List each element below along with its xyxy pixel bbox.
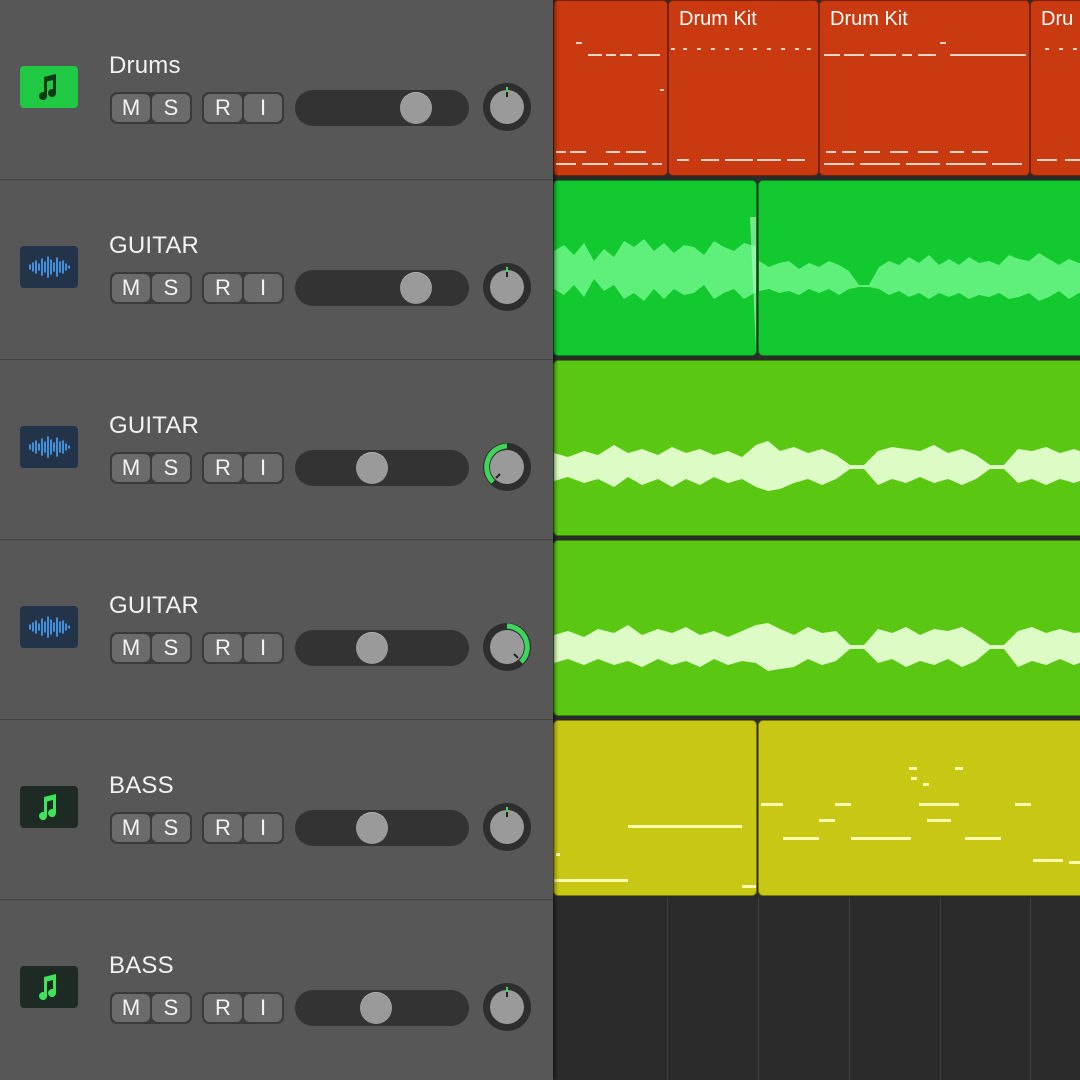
- volume-slider-knob[interactable]: [400, 272, 432, 304]
- record-input-group: R I: [202, 992, 284, 1024]
- record-input-group: R I: [202, 632, 284, 664]
- mute-solo-group: M S: [110, 272, 192, 304]
- mute-solo-group: M S: [110, 812, 192, 844]
- waveform-icon: [20, 246, 78, 288]
- audio-region[interactable]: [553, 540, 1080, 716]
- track-name: BASS: [109, 772, 174, 799]
- volume-slider[interactable]: [295, 90, 469, 126]
- track-header-bass-2[interactable]: BASS M S R I: [0, 900, 553, 1080]
- midi-region[interactable]: [553, 720, 757, 896]
- pan-knob[interactable]: [482, 622, 532, 672]
- volume-slider-knob[interactable]: [356, 812, 388, 844]
- volume-slider-knob[interactable]: [400, 92, 432, 124]
- mute-solo-group: M S: [110, 452, 192, 484]
- audio-region[interactable]: [553, 180, 757, 356]
- record-input-group: R I: [202, 272, 284, 304]
- grid-line: [940, 897, 941, 1080]
- volume-slider[interactable]: [295, 810, 469, 846]
- music-note-icon: [20, 786, 78, 828]
- solo-button[interactable]: S: [152, 454, 190, 482]
- input-monitor-button[interactable]: I: [244, 634, 282, 662]
- track-header-bass-1[interactable]: BASS M S R I: [0, 720, 553, 900]
- track-name: GUITAR: [109, 232, 200, 259]
- mute-button[interactable]: M: [112, 274, 150, 302]
- record-enable-button[interactable]: R: [204, 994, 242, 1022]
- audio-region[interactable]: [758, 180, 1080, 356]
- drum-region[interactable]: Drum Kit: [819, 0, 1030, 176]
- track-headers-panel: Drums M S R I GUITAR M S R I GUITAR M S …: [0, 0, 553, 1080]
- volume-slider[interactable]: [295, 630, 469, 666]
- mute-solo-group: M S: [110, 632, 192, 664]
- drum-region[interactable]: [553, 0, 668, 176]
- midi-notes: [556, 42, 664, 165]
- mute-solo-group: M S: [110, 92, 192, 124]
- drum-region[interactable]: Drum Kit: [668, 0, 819, 176]
- input-monitor-button[interactable]: I: [244, 994, 282, 1022]
- midi-region[interactable]: [758, 720, 1080, 896]
- grid-line: [667, 897, 668, 1080]
- track-header-guitar-3[interactable]: GUITAR M S R I: [0, 540, 553, 720]
- midi-notes: [554, 825, 756, 888]
- track-header-guitar-2[interactable]: GUITAR M S R I: [0, 360, 553, 540]
- music-note-icon: [20, 66, 78, 108]
- midi-notes: [761, 767, 1080, 864]
- audio-waveform: [759, 253, 1080, 301]
- mute-solo-group: M S: [110, 992, 192, 1024]
- solo-button[interactable]: S: [152, 814, 190, 842]
- solo-button[interactable]: S: [152, 994, 190, 1022]
- record-enable-button[interactable]: R: [204, 274, 242, 302]
- track-header-guitar-1[interactable]: GUITAR M S R I: [0, 180, 553, 360]
- midi-notes: [671, 48, 811, 161]
- input-monitor-button[interactable]: I: [244, 454, 282, 482]
- solo-button[interactable]: S: [152, 274, 190, 302]
- volume-slider-knob[interactable]: [356, 452, 388, 484]
- waveform-icon: [20, 426, 78, 468]
- record-input-group: R I: [202, 452, 284, 484]
- volume-slider-knob[interactable]: [360, 992, 392, 1024]
- volume-slider[interactable]: [295, 450, 469, 486]
- mute-button[interactable]: M: [112, 994, 150, 1022]
- track-name: GUITAR: [109, 592, 200, 619]
- record-enable-button[interactable]: R: [204, 814, 242, 842]
- record-enable-button[interactable]: R: [204, 454, 242, 482]
- input-monitor-button[interactable]: I: [244, 94, 282, 122]
- mute-button[interactable]: M: [112, 94, 150, 122]
- track-name: BASS: [109, 952, 174, 979]
- solo-button[interactable]: S: [152, 634, 190, 662]
- tracks-area[interactable]: Drum Kit Drum Kit Dru: [553, 0, 1080, 1080]
- audio-waveform: [554, 217, 756, 351]
- input-monitor-button[interactable]: I: [244, 814, 282, 842]
- audio-waveform: [554, 623, 1080, 671]
- midi-notes: [1037, 48, 1080, 161]
- mute-button[interactable]: M: [112, 814, 150, 842]
- mute-button[interactable]: M: [112, 634, 150, 662]
- volume-slider[interactable]: [295, 270, 469, 306]
- midi-notes: [824, 42, 1026, 165]
- pan-knob[interactable]: [482, 802, 532, 852]
- waveform-icon: [20, 606, 78, 648]
- pan-knob[interactable]: [482, 82, 532, 132]
- pan-knob[interactable]: [482, 442, 532, 492]
- pan-knob[interactable]: [482, 262, 532, 312]
- audio-region[interactable]: [553, 360, 1080, 536]
- record-input-group: R I: [202, 92, 284, 124]
- grid-line: [849, 897, 850, 1080]
- record-input-group: R I: [202, 812, 284, 844]
- volume-slider[interactable]: [295, 990, 469, 1026]
- pan-knob[interactable]: [482, 982, 532, 1032]
- track-header-drums[interactable]: Drums M S R I: [0, 0, 553, 180]
- mute-button[interactable]: M: [112, 454, 150, 482]
- grid-line: [758, 897, 759, 1080]
- volume-slider-knob[interactable]: [356, 632, 388, 664]
- drum-region[interactable]: Dru: [1030, 0, 1080, 176]
- track-name: Drums: [109, 52, 181, 79]
- grid-line: [1030, 897, 1031, 1080]
- music-note-icon: [20, 966, 78, 1008]
- audio-waveform: [554, 441, 1080, 491]
- record-enable-button[interactable]: R: [204, 94, 242, 122]
- solo-button[interactable]: S: [152, 94, 190, 122]
- track-name: GUITAR: [109, 412, 200, 439]
- record-enable-button[interactable]: R: [204, 634, 242, 662]
- input-monitor-button[interactable]: I: [244, 274, 282, 302]
